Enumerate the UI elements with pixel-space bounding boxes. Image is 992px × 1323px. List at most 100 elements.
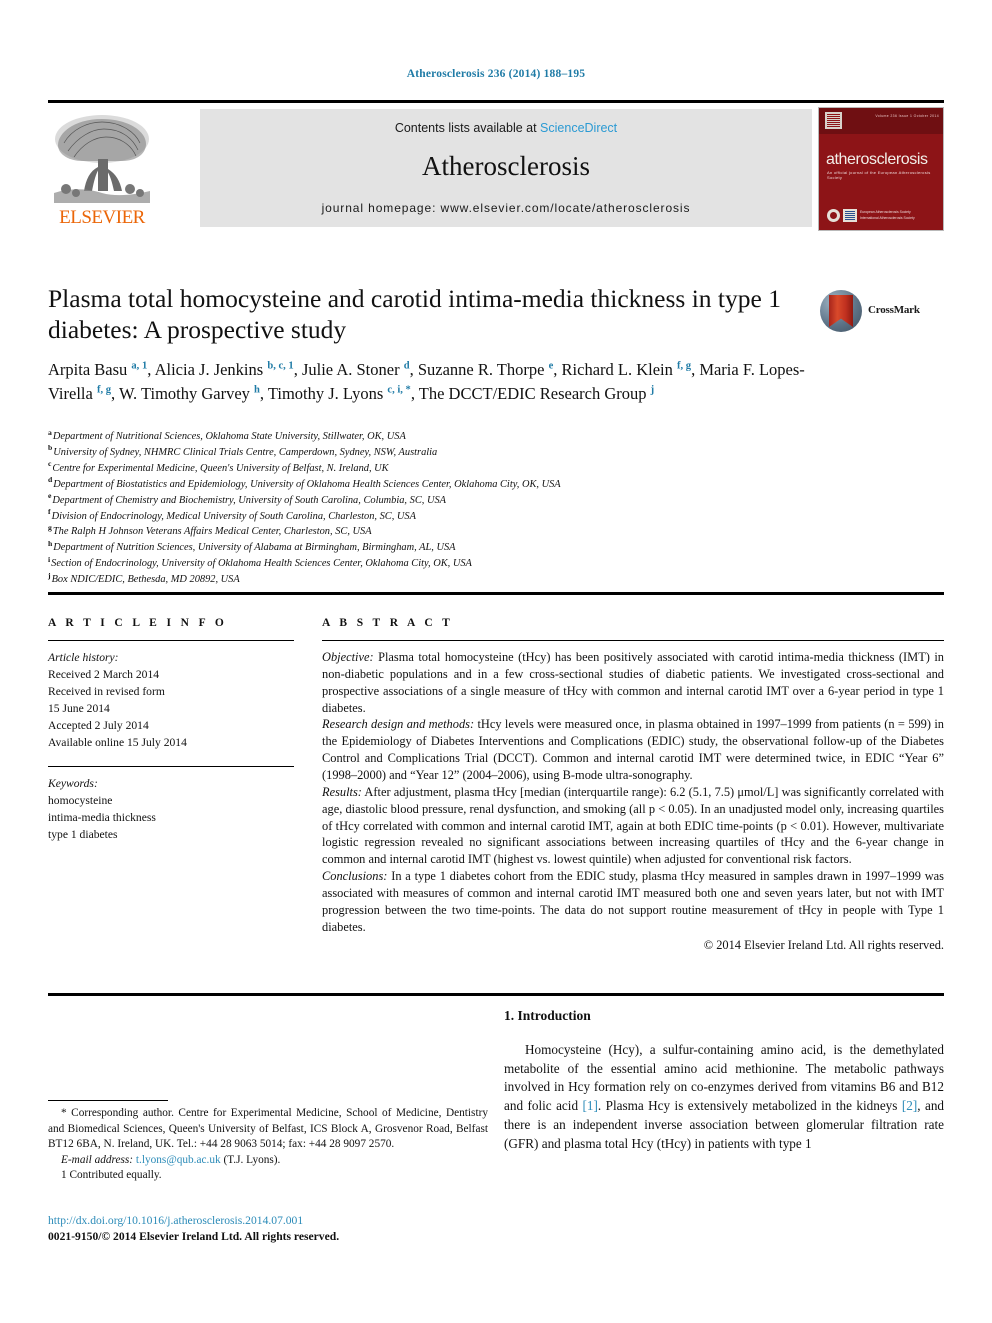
abstract-results-label: Results: bbox=[322, 784, 362, 799]
affiliation-item: hDepartment of Nutrition Sciences, Unive… bbox=[48, 540, 748, 556]
author-name: Suzanne R. Thorpe bbox=[417, 360, 549, 380]
article-info-heading: A R T I C L E I N F O bbox=[48, 617, 228, 629]
author-separator: , bbox=[409, 360, 418, 380]
elsevier-wordmark: ELSEVIER bbox=[59, 207, 145, 228]
article-history-line: Received in revised form bbox=[48, 685, 165, 699]
abstract-objective-label: Objective: bbox=[322, 650, 374, 664]
affiliation-text: Box NDIC/EDIC, Bethesda, MD 20892, USA bbox=[51, 574, 240, 586]
cover-journal-name: atherosclerosis bbox=[826, 151, 928, 168]
article-info-rule bbox=[48, 640, 294, 641]
elsevier-tree-icon bbox=[54, 115, 150, 203]
article-history-line: Accepted 2 July 2014 bbox=[48, 719, 149, 733]
article-history-group: Article history: Received 2 March 2014 Re… bbox=[48, 649, 294, 751]
affiliation-item: iSection of Endocrinology, University of… bbox=[48, 555, 748, 572]
author-name: Alicia J. Jenkins bbox=[154, 360, 268, 380]
crossmark-bookmark-icon bbox=[829, 295, 853, 327]
citation-ref-1[interactable]: [1] bbox=[582, 1098, 597, 1113]
footnote-rule bbox=[48, 1100, 168, 1101]
abstract-section-top-rule bbox=[48, 592, 944, 595]
cover-subtitle: An official journal of the European Athe… bbox=[827, 170, 931, 180]
abstract-conclusions-text: In a type 1 diabetes cohort from the EDI… bbox=[322, 869, 944, 934]
affiliation-marker: g bbox=[48, 522, 52, 532]
journal-masthead: ELSEVIER Contents lists available at Sci… bbox=[48, 107, 944, 231]
footnote-body: * Corresponding author. Centre for Exper… bbox=[48, 1106, 488, 1184]
article-history-line: Available online 15 July 2014 bbox=[48, 736, 187, 750]
affiliation-text: Department of Nutritional Sciences, Okla… bbox=[52, 431, 406, 442]
doi-link[interactable]: http://dx.doi.org/10.1016/j.atherosclero… bbox=[48, 1213, 488, 1229]
article-history-line: Received 2 March 2014 bbox=[48, 668, 160, 682]
doi-block: http://dx.doi.org/10.1016/j.atherosclero… bbox=[48, 1213, 488, 1246]
author-affiliation-marker: a, 1 bbox=[131, 360, 148, 372]
author-list: Arpita Basu a, 1, Alicia J. Jenkins b, c… bbox=[48, 358, 808, 405]
abstract-copyright: © 2014 Elsevier Ireland Ltd. All rights … bbox=[703, 937, 944, 952]
abstract-objective: Objective: Plasma total homocysteine (tH… bbox=[322, 649, 944, 716]
affiliation-marker: h bbox=[48, 538, 53, 548]
affiliation-item: fDivision of Endocrinology, Medical Univ… bbox=[48, 507, 748, 525]
abstract-heading: A B S T R A C T bbox=[322, 617, 454, 629]
affiliation-item: cCentre for Experimental Medicine, Queen… bbox=[48, 459, 748, 477]
affiliation-item: eDepartment of Chemistry and Biochemistr… bbox=[48, 491, 748, 509]
keyword-item[interactable]: homocysteine bbox=[48, 792, 294, 809]
email-note: E-mail address: t.lyons@qub.ac.uk (T.J. … bbox=[48, 1153, 488, 1169]
crossmark-label: CrossMark bbox=[868, 304, 920, 316]
affiliation-text: Department of Nutrition Sciences, Univer… bbox=[53, 542, 456, 554]
introduction-heading: 1. Introduction bbox=[504, 1008, 591, 1023]
crossmark-badge[interactable]: CrossMark bbox=[820, 288, 928, 336]
author-name: Timothy J. Lyons bbox=[267, 383, 388, 403]
affiliation-marker: e bbox=[48, 491, 52, 501]
sciencedirect-link[interactable]: ScienceDirect bbox=[540, 121, 617, 135]
crossmark-icon bbox=[820, 290, 862, 332]
affiliation-text: Department of Chemistry and Biochemistry… bbox=[52, 494, 446, 506]
cover-badge-text: European Atherosclerosis Society Interna… bbox=[860, 210, 915, 220]
affiliation-marker: c bbox=[48, 459, 52, 469]
affiliation-text: Section of Endocrinology, University of … bbox=[51, 558, 472, 570]
keyword-item[interactable]: type 1 diabetes bbox=[48, 826, 294, 843]
author-affiliation-marker: f, g bbox=[677, 360, 692, 372]
journal-cover-thumbnail[interactable]: Volume 236 Issue 1 October 2014 atherosc… bbox=[818, 107, 944, 231]
cover-volume-text: Volume 236 Issue 1 October 2014 bbox=[875, 114, 939, 118]
author-affiliation-marker: c, i, * bbox=[387, 384, 411, 396]
corresponding-author-note: * Corresponding author. Centre for Exper… bbox=[48, 1107, 488, 1151]
body-section-top-rule bbox=[48, 993, 944, 996]
page-title: Plasma total homocysteine and carotid in… bbox=[48, 284, 781, 345]
article-info-column: A R T I C L E I N F O Article history: R… bbox=[48, 617, 294, 843]
affiliation-text: Department of Biostatistics and Epidemio… bbox=[53, 478, 561, 490]
affiliation-list: aDepartment of Nutritional Sciences, Okl… bbox=[48, 427, 748, 588]
affiliation-marker: a bbox=[48, 427, 52, 437]
affiliation-item: aDepartment of Nutritional Sciences, Okl… bbox=[48, 427, 748, 445]
affiliation-item: jBox NDIC/EDIC, Bethesda, MD 20892, USA bbox=[48, 570, 748, 588]
abstract-objective-text: Plasma total homocysteine (tHcy) has bee… bbox=[322, 650, 944, 715]
elsevier-logo[interactable]: ELSEVIER bbox=[48, 107, 156, 229]
affiliation-marker: b bbox=[48, 443, 53, 453]
title-block: Plasma total homocysteine and carotid in… bbox=[48, 283, 808, 405]
citation-ref-2[interactable]: [2] bbox=[902, 1098, 917, 1113]
affiliation-marker: f bbox=[48, 507, 51, 517]
email-label: E-mail address: bbox=[61, 1153, 134, 1166]
abstract-rule bbox=[322, 640, 944, 641]
journal-banner: Contents lists available at ScienceDirec… bbox=[200, 109, 812, 227]
email-link[interactable]: t.lyons@qub.ac.uk bbox=[136, 1154, 221, 1166]
society-seal-icon bbox=[827, 209, 840, 222]
affiliation-item: gThe Ralph H Johnson Veterans Affairs Me… bbox=[48, 524, 748, 540]
abstract-conclusions: Conclusions: In a type 1 diabetes cohort… bbox=[322, 868, 944, 935]
keyword-item[interactable]: intima-media thickness bbox=[48, 809, 294, 826]
abstract-methods-label: Research design and methods: bbox=[322, 717, 475, 732]
email-suffix: (T.J. Lyons). bbox=[220, 1153, 281, 1166]
affiliation-text: University of Sydney, NHMRC Clinical Tri… bbox=[53, 446, 438, 458]
affiliation-text: The Ralph H Johnson Veterans Affairs Med… bbox=[52, 526, 372, 538]
running-head: Atherosclerosis 236 (2014) 188–195 bbox=[406, 68, 586, 80]
affiliation-text: Division of Endocrinology, Medical Unive… bbox=[51, 510, 416, 522]
affiliation-marker: j bbox=[48, 570, 51, 580]
journal-title: Atherosclerosis bbox=[422, 151, 590, 181]
abstract-body: Objective: Plasma total homocysteine (tH… bbox=[322, 649, 944, 936]
intro-text-b: . Plasma Hcy is extensively metabolized … bbox=[597, 1098, 902, 1114]
author-affiliation-marker: j bbox=[650, 384, 655, 396]
article-history-line: 15 June 2014 bbox=[48, 702, 110, 716]
introduction-paragraph: Homocysteine (Hcy), a sulfur-containing … bbox=[504, 1041, 944, 1153]
abstract-results: Results: After adjustment, plasma tHcy [… bbox=[322, 784, 944, 868]
journal-homepage-line[interactable]: journal homepage: www.elsevier.com/locat… bbox=[200, 201, 812, 215]
keywords-lines: homocysteine intima-media thickness type 1… bbox=[48, 792, 294, 843]
author-name: Arpita Basu bbox=[48, 360, 132, 380]
contents-available-line: Contents lists available at ScienceDirec… bbox=[200, 121, 812, 135]
affiliation-text: Centre for Experimental Medicine, Queen'… bbox=[52, 462, 389, 474]
